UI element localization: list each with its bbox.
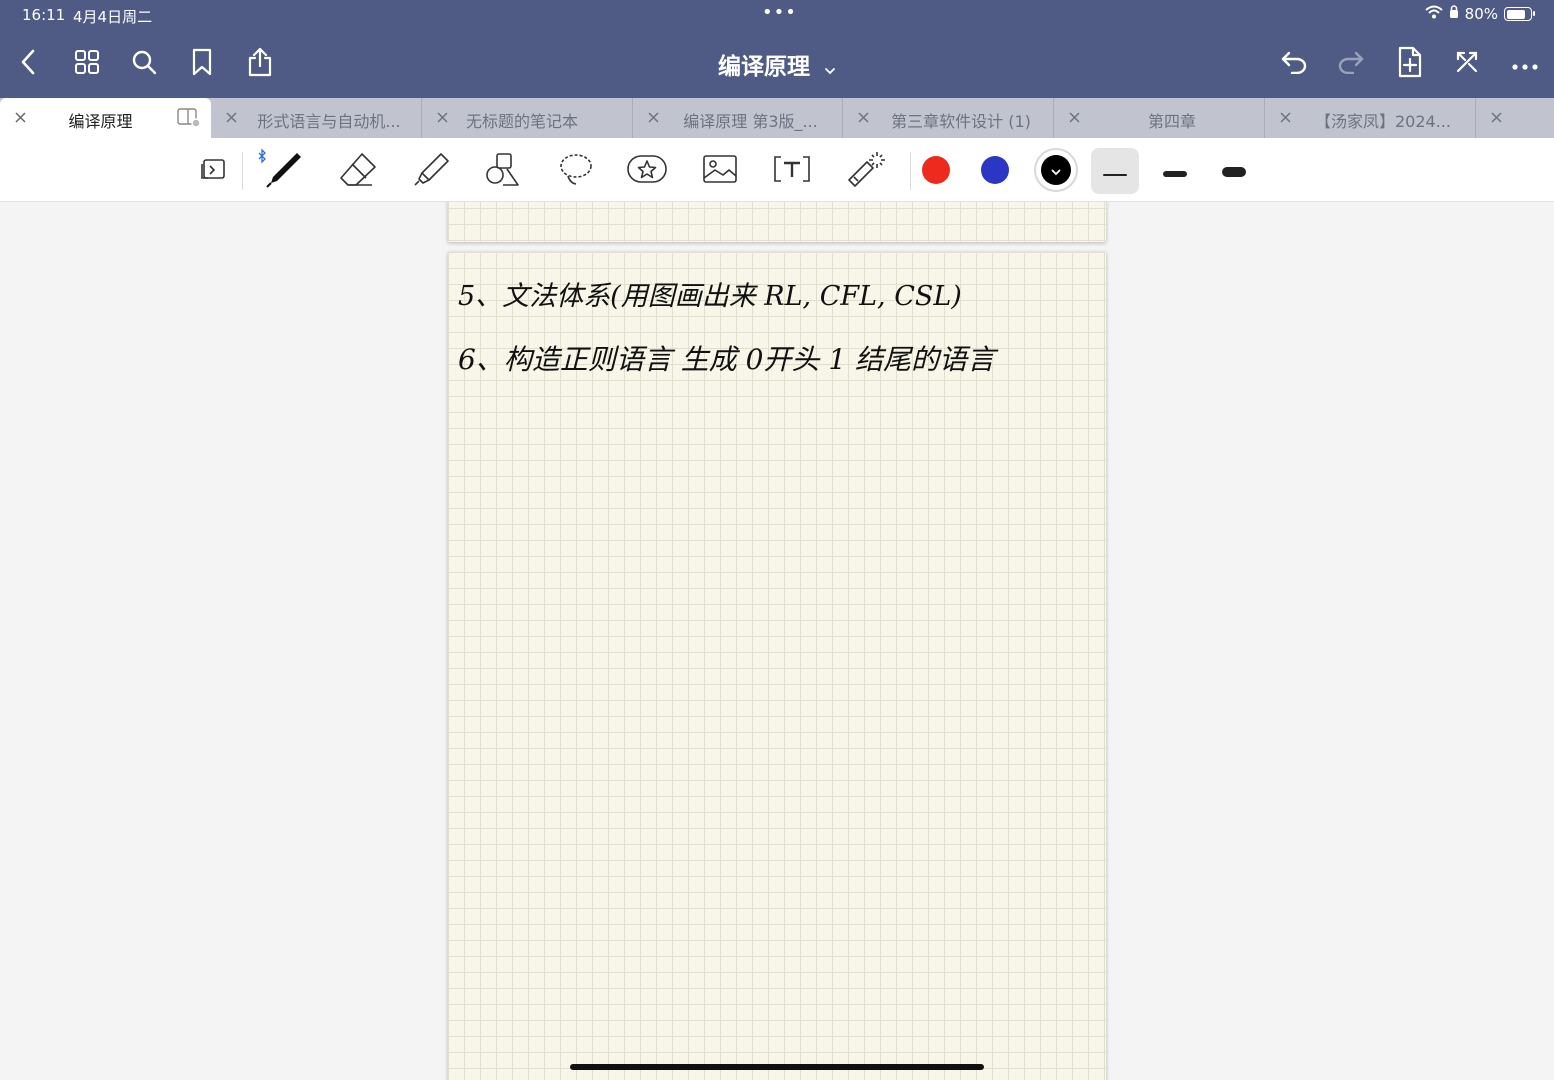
- shapes-tool[interactable]: [478, 148, 528, 194]
- thin-line-icon: [1103, 162, 1127, 181]
- thumbnail-grid-button[interactable]: [67, 44, 107, 84]
- thickness-thick[interactable]: [1210, 148, 1258, 194]
- eraser-icon: [338, 151, 378, 191]
- thick-line-icon: [1222, 162, 1246, 181]
- document-title-area: 编译原理: [0, 47, 1554, 81]
- current-page[interactable]: 5、文法体系(用图画出来 RL, CFL, CSL) 6、构造正则语言 生成 0…: [448, 252, 1106, 1080]
- tab-item[interactable]: 第三章软件设计 (1): [843, 98, 1054, 138]
- color-swatch-red[interactable]: [922, 156, 950, 184]
- laser-pointer-icon: [845, 150, 885, 192]
- image-icon: [702, 154, 738, 188]
- tab-label: 形式语言与自动机...: [257, 112, 401, 131]
- tab-label: 编译原理: [68, 112, 133, 131]
- sidebar-toggle-icon: [198, 156, 228, 186]
- tab-item[interactable]: 形式语言与自动机...: [211, 98, 422, 138]
- image-tool[interactable]: [695, 148, 745, 194]
- close-fullscreen-icon: [1455, 50, 1479, 78]
- tab-label: 无标题的笔记本: [466, 112, 579, 131]
- pen-tool[interactable]: [258, 148, 308, 194]
- tab-label: 编译原理 第3版_...: [683, 112, 818, 131]
- tab-item[interactable]: [1476, 98, 1554, 138]
- search-button[interactable]: [124, 44, 164, 84]
- home-indicator[interactable]: [570, 1064, 984, 1070]
- share-icon: [247, 47, 273, 81]
- text-icon: [773, 154, 811, 188]
- laser-pointer-tool[interactable]: [840, 148, 890, 194]
- back-icon: [20, 49, 36, 79]
- note-canvas[interactable]: 5、文法体系(用图画出来 RL, CFL, CSL) 6、构造正则语言 生成 0…: [0, 202, 1554, 1080]
- eraser-tool[interactable]: [333, 148, 383, 194]
- tab-label: 【汤家凤】2024...: [1315, 112, 1451, 131]
- battery-icon: [1504, 7, 1535, 21]
- highlighter-tool[interactable]: [406, 148, 456, 194]
- text-tool[interactable]: [767, 148, 817, 194]
- redo-icon: [1337, 50, 1365, 78]
- status-time: 16:11: [22, 6, 66, 24]
- bookmark-icon: [191, 48, 213, 80]
- tab-item[interactable]: 编译原理 第3版_...: [633, 98, 843, 138]
- search-icon: [131, 49, 157, 79]
- tab-close-icon[interactable]: [434, 109, 450, 125]
- undo-button[interactable]: [1274, 44, 1314, 84]
- split-view-icon[interactable]: [177, 108, 201, 132]
- color-swatch-selected-ring[interactable]: [1034, 148, 1078, 192]
- color-swatch-blue[interactable]: [981, 156, 1009, 184]
- more-icon: [1512, 55, 1538, 74]
- tab-close-icon[interactable]: [1277, 109, 1293, 125]
- tab-close-icon[interactable]: [645, 109, 661, 125]
- status-bar: 16:11 4月4日周二 ••• 80%: [0, 0, 1554, 32]
- document-title[interactable]: 编译原理: [718, 54, 810, 80]
- chevron-down-icon[interactable]: [824, 55, 836, 81]
- sticker-tool[interactable]: [622, 148, 672, 194]
- tab-close-icon[interactable]: [223, 109, 239, 125]
- medium-line-icon: [1163, 162, 1187, 181]
- lock-rotation-icon: [1449, 5, 1459, 23]
- shapes-icon: [483, 151, 523, 191]
- share-button[interactable]: [240, 44, 280, 84]
- color-swatch-black[interactable]: [1041, 155, 1071, 185]
- handwritten-line-1: 5、文法体系(用图画出来 RL, CFL, CSL): [458, 281, 962, 312]
- bluetooth-icon: [258, 148, 266, 167]
- multitasking-dots[interactable]: •••: [762, 2, 797, 23]
- sticker-icon: [626, 153, 668, 189]
- battery-percentage: 80%: [1464, 5, 1498, 23]
- wifi-icon: [1424, 5, 1443, 23]
- tab-label: 第四章: [1147, 112, 1196, 131]
- tab-close-icon[interactable]: [1488, 109, 1504, 125]
- tab-bar: 编译原理 形式语言与自动机... 无标题的笔记本 编译原理 第3版_... 第三…: [0, 98, 1554, 138]
- handwritten-line-2: 6、构造正则语言 生成 0开头 1 结尾的语言: [458, 343, 996, 376]
- bookmark-button[interactable]: [182, 44, 222, 84]
- lasso-icon: [556, 151, 596, 191]
- tab-close-icon[interactable]: [1066, 109, 1082, 125]
- status-right: 80%: [1424, 5, 1535, 23]
- toolbar-divider: [910, 152, 911, 190]
- tab-item[interactable]: 第四章: [1054, 98, 1265, 138]
- previous-page[interactable]: [448, 202, 1106, 242]
- thickness-medium[interactable]: [1151, 148, 1199, 194]
- sidebar-toggle-button[interactable]: [188, 148, 238, 194]
- more-button[interactable]: [1505, 44, 1545, 84]
- highlighter-icon: [411, 151, 451, 191]
- thickness-thin[interactable]: [1091, 148, 1139, 194]
- grid-icon: [74, 49, 100, 79]
- tab-active[interactable]: 编译原理: [0, 98, 211, 138]
- chevron-down-icon: [1051, 161, 1061, 180]
- toolbar-divider: [242, 152, 243, 190]
- tab-close-icon[interactable]: [855, 109, 871, 125]
- drawing-toolbar: [0, 138, 1554, 202]
- redo-button[interactable]: [1331, 44, 1371, 84]
- tab-label: 第三章软件设计 (1): [891, 112, 1031, 131]
- tab-item[interactable]: 【汤家凤】2024...: [1265, 98, 1476, 138]
- top-header: 16:11 4月4日周二 ••• 80% 编译原理: [0, 0, 1554, 98]
- status-date: 4月4日周二: [73, 8, 153, 26]
- add-page-icon: [1397, 46, 1423, 82]
- back-button[interactable]: [8, 44, 48, 84]
- tab-item[interactable]: 无标题的笔记本: [422, 98, 633, 138]
- tab-close-icon[interactable]: [12, 109, 28, 125]
- lasso-tool[interactable]: [551, 148, 601, 194]
- pen-icon: [263, 149, 303, 193]
- add-page-button[interactable]: [1390, 44, 1430, 84]
- undo-icon: [1280, 50, 1308, 78]
- exit-fullscreen-button[interactable]: [1447, 44, 1487, 84]
